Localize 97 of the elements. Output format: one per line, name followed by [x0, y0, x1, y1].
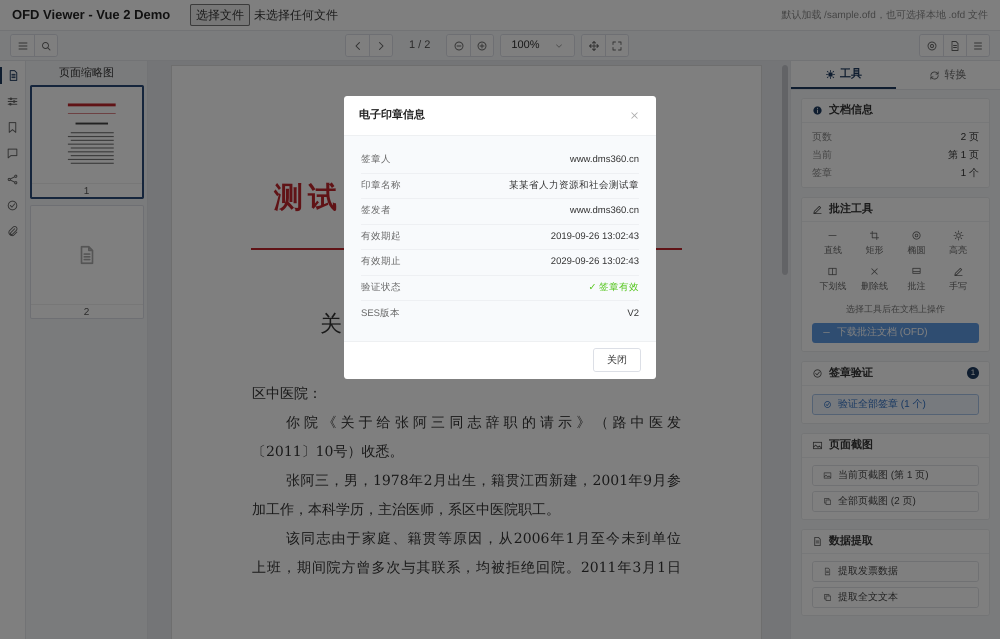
note-icon — [910, 266, 922, 276]
close-icon — [869, 266, 880, 276]
field-label: 验证状态 — [361, 280, 401, 295]
zoom-in-icon — [476, 40, 488, 52]
field-label: 印章名称 — [361, 178, 401, 193]
field-label: SES版本 — [361, 306, 400, 321]
search-icon — [40, 40, 52, 52]
annotation-tool[interactable]: 删除线 — [854, 266, 896, 293]
list-icon — [972, 40, 984, 52]
field-label: 签发者 — [361, 204, 391, 218]
info-icon — [812, 105, 823, 116]
field-label: 签章人 — [361, 153, 391, 168]
refresh-icon — [929, 70, 940, 80]
section-title: 文档信息 — [829, 102, 873, 118]
body-text: 上班，期间院方曾多次与其联系，均被拒绝回院。2011年3月1日 — [252, 559, 681, 578]
annotation-tool[interactable]: 手写 — [937, 266, 979, 293]
check-circle-icon — [812, 368, 823, 378]
panel-tab[interactable]: 转换 — [896, 61, 1000, 89]
pen-icon — [812, 204, 823, 215]
hint-text: 默认加载 /sample.ofd，也可选择本地 .ofd 文件 — [781, 8, 988, 22]
body-text: 区中医院： — [252, 385, 322, 404]
body-text: 你院《关于给张阿三同志辞职的请示》（路中医发 — [285, 414, 681, 433]
zoom-select[interactable]: 100% — [500, 34, 576, 57]
action-button[interactable]: 提取发票数据 — [812, 560, 979, 582]
field-value: 2029-09-26 13:02:43 — [550, 255, 639, 270]
annotation-tool[interactable]: 高亮 — [937, 230, 979, 258]
check-circle-icon — [823, 400, 832, 408]
copy-icon — [823, 496, 832, 506]
circle-icon — [910, 230, 922, 241]
annotation-tool[interactable]: 直线 — [812, 230, 854, 258]
info-value: 1 个 — [960, 166, 979, 180]
panel-title: 页面缩略图 — [59, 66, 114, 81]
status-text: ✓ 签章有效 — [588, 280, 639, 295]
crop-icon — [869, 230, 880, 241]
section-title: 批注工具 — [829, 202, 873, 218]
comment-icon — [6, 147, 19, 160]
sun-icon — [952, 230, 964, 241]
field-label: 有效期起 — [361, 230, 401, 244]
page-thumbnail[interactable]: 2 — [30, 205, 144, 319]
close-dialog-button[interactable]: 关闭 — [593, 348, 641, 372]
info-label: 签章 — [812, 166, 832, 180]
pen-icon — [952, 266, 964, 276]
annotation-tool[interactable]: 矩形 — [854, 230, 896, 258]
info-value: 第 1 页 — [948, 148, 979, 162]
copy-icon — [823, 592, 832, 602]
close-icon — [628, 110, 640, 121]
share-icon — [6, 173, 19, 186]
document-title: 测试 — [274, 179, 342, 216]
pan-icon — [588, 40, 600, 52]
document-icon — [7, 69, 20, 82]
document-heading: 关 — [320, 311, 342, 339]
count-badge: 1 — [967, 367, 979, 379]
panel-tab[interactable]: 工具 — [791, 61, 896, 89]
fullscreen-icon — [611, 40, 624, 52]
image-icon — [823, 470, 832, 480]
body-text: 加工作，本科学历，主治医师，系区中医院职工。 — [252, 501, 560, 520]
annotation-tool[interactable]: 下划线 — [812, 266, 854, 293]
document-icon — [812, 536, 823, 546]
app-title: OFD Viewer - Vue 2 Demo — [12, 6, 170, 24]
settings-icon — [926, 40, 938, 52]
field-value: V2 — [627, 306, 639, 321]
section-title: 签章验证 — [829, 366, 873, 381]
check-circle-icon — [6, 199, 19, 212]
body-text: 〔2011〕10号）收悉。 — [252, 443, 404, 462]
verify-button[interactable]: 验证全部签章 (1 个) — [812, 394, 979, 414]
zoom-out-icon — [452, 40, 465, 52]
action-button[interactable]: 全部页截图 (2 页) — [812, 490, 979, 512]
hint-text: 选择工具后在文档上操作 — [845, 303, 946, 316]
action-button[interactable]: 当前页截图 (第 1 页) — [812, 464, 979, 486]
action-button[interactable]: 提取全文文本 — [812, 586, 979, 608]
paperclip-icon — [6, 225, 19, 238]
sliders-icon — [6, 95, 19, 108]
page-thumbnail[interactable]: 1 — [30, 85, 144, 199]
info-label: 页数 — [812, 130, 832, 144]
body-text: 张阿三，男，1978年2月出生，籍贯江西新建，2001年9月参 — [285, 472, 681, 491]
field-value: www.dms360.cn — [570, 204, 639, 218]
field-value: 2019-09-26 13:02:43 — [550, 230, 639, 244]
annotation-tool[interactable]: 椭圆 — [896, 230, 938, 258]
choose-file-button[interactable]: 选择文件 — [190, 4, 250, 26]
info-label: 当前 — [812, 148, 832, 162]
dialog-title: 电子印章信息 — [359, 108, 425, 124]
book-icon — [827, 266, 838, 276]
field-value: 某某省人力资源和社会测试章 — [509, 178, 639, 193]
document-icon — [823, 566, 832, 576]
annotation-tool[interactable]: 批注 — [896, 266, 938, 293]
body-text: 该同志由于家庭、籍贯等原因，从2006年1月至今未到单位 — [285, 530, 681, 549]
section-title: 数据提取 — [829, 534, 873, 549]
field-value: www.dms360.cn — [570, 153, 639, 168]
image-icon — [812, 440, 823, 450]
page-indicator: 1 / 2 — [409, 38, 430, 54]
menu-icon — [16, 40, 28, 52]
info-value: 2 页 — [960, 130, 979, 144]
bookmark-icon — [6, 121, 19, 134]
file-status: 未选择任何文件 — [254, 7, 338, 24]
document-icon — [949, 40, 961, 52]
section-title: 页面截图 — [829, 438, 873, 453]
field-label: 有效期止 — [361, 255, 401, 270]
